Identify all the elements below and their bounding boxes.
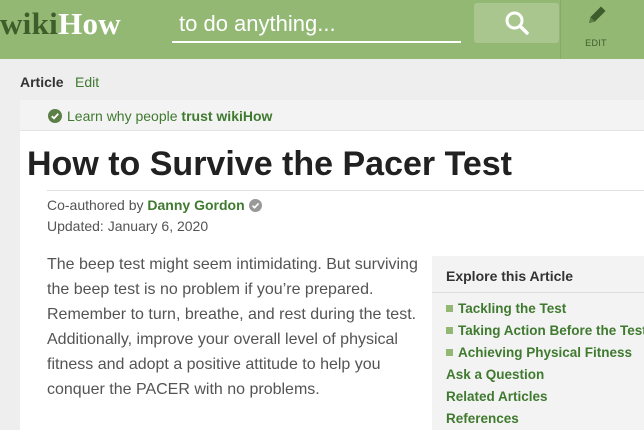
toc-label: Tackling the Test	[458, 301, 567, 316]
trust-prefix: Learn why people	[67, 108, 178, 124]
toc-item-related-articles[interactable]: Related Articles	[446, 389, 548, 404]
site-header: wikiHow EDIT	[0, 0, 644, 59]
search-input[interactable]	[172, 7, 461, 43]
logo-wiki-text: wiki	[0, 6, 59, 41]
wikihow-logo[interactable]: wikiHow	[0, 7, 121, 41]
tab-article[interactable]: Article	[20, 74, 64, 90]
coauthored-prefix: Co-authored by	[47, 197, 144, 213]
toc-item-tackling[interactable]: Tackling the Test	[446, 301, 566, 316]
author-verified-badge[interactable]	[248, 199, 262, 215]
bullet-icon	[446, 349, 453, 356]
toc-item-references[interactable]: References	[446, 411, 519, 426]
toc-item-ask-question[interactable]: Ask a Question	[446, 367, 544, 382]
byline: Co-authored by Danny Gordon	[47, 197, 262, 215]
toc-item-achieving[interactable]: Achieving Physical Fitness	[446, 345, 632, 360]
edit-button[interactable]: EDIT	[561, 0, 631, 59]
check-badge-icon	[248, 199, 262, 212]
author-link[interactable]: Danny Gordon	[147, 197, 244, 213]
title-divider	[47, 190, 644, 191]
edit-label: EDIT	[585, 38, 607, 48]
trust-text[interactable]: Learn why people trust wikiHow	[67, 108, 272, 124]
trust-bar[interactable]: Learn why people trust wikiHow	[20, 100, 644, 131]
toc-label: Achieving Physical Fitness	[458, 345, 633, 360]
search-button[interactable]	[474, 3, 559, 43]
search-icon	[505, 11, 529, 35]
tab-edit[interactable]: Edit	[75, 74, 99, 90]
pencil-icon	[589, 6, 606, 23]
explore-panel: Explore this Article Tackling the Test T…	[432, 256, 644, 430]
explore-divider	[432, 292, 644, 293]
trust-link[interactable]: trust wikiHow	[181, 108, 272, 124]
explore-title: Explore this Article	[446, 268, 574, 284]
intro-paragraph: The beep test might seem intimidating. B…	[47, 256, 418, 398]
updated-date: Updated: January 6, 2020	[47, 218, 209, 234]
toc-item-taking-action[interactable]: Taking Action Before the Test	[446, 323, 644, 338]
bullet-icon	[446, 305, 453, 312]
bullet-icon	[446, 327, 453, 334]
page-title: How to Survive the Pacer Test	[27, 145, 512, 183]
logo-how-text: How	[58, 6, 121, 41]
toc-label: Taking Action Before the Test	[458, 323, 644, 338]
check-badge-icon	[48, 109, 62, 123]
